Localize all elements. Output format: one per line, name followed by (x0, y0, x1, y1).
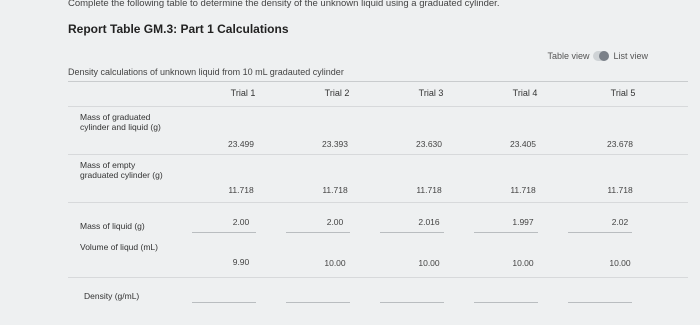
row-label-mass-cylinder-liquid: Mass of graduated cylinder and liquid (g… (80, 112, 161, 132)
cell-r1-trial-1: 23.499 (228, 139, 254, 149)
cell-r1-trial-3: 23.630 (416, 139, 442, 149)
cell-r4-trial-3: 10.00 (418, 258, 440, 268)
instruction-text: Complete the following table to determin… (68, 0, 500, 9)
row-label-density: Density (g/mL) (84, 291, 140, 301)
row-label-mass-empty-cylinder: Mass of empty graduated cylinder (g) (80, 160, 163, 180)
cell-r2-trial-5: 11.718 (607, 185, 633, 195)
cell-r1-trial-5: 23.678 (607, 139, 633, 149)
row-divider (68, 154, 688, 155)
input-underline (380, 232, 444, 233)
toggle-knob (599, 51, 610, 61)
cell-r2-trial-2: 11.718 (322, 185, 348, 195)
density-table: Trial 1 Trial 2 Trial 3 Trial 4 Trial 5 … (68, 82, 688, 325)
density-input-trial-2[interactable] (286, 302, 350, 303)
cell-r2-trial-1: 11.718 (228, 185, 254, 195)
density-input-trial-5[interactable] (568, 302, 632, 303)
cell-r3-trial-5[interactable]: 2.02 (585, 217, 655, 227)
row-label-mass-liquid: Mass of liquid (g) (80, 221, 145, 231)
table-caption: Density calculations of unknown liquid f… (68, 67, 344, 77)
cell-r1-trial-2: 23.393 (322, 139, 348, 149)
column-header-trial-3: Trial 3 (418, 88, 444, 98)
density-input-trial-3[interactable] (380, 302, 444, 303)
table-view-label[interactable]: Table view (547, 51, 589, 61)
cell-r3-trial-4[interactable]: 1.997 (488, 217, 558, 227)
input-underline (286, 232, 350, 233)
list-view-label[interactable]: List view (613, 51, 648, 61)
cell-r2-trial-3: 11.718 (416, 185, 442, 195)
input-underline (192, 232, 256, 233)
cell-r2-trial-4: 11.718 (510, 185, 536, 195)
row-divider (68, 202, 688, 203)
density-input-trial-4[interactable] (474, 302, 538, 303)
column-header-trial-5: Trial 5 (610, 88, 636, 98)
input-underline (568, 232, 632, 233)
cell-r4-trial-1: 9.90 (232, 257, 250, 267)
view-toggle[interactable]: Table view List view (547, 51, 648, 61)
column-header-trial-4: Trial 4 (512, 88, 538, 98)
column-header-trial-2: Trial 2 (324, 88, 350, 98)
column-header-trial-1: Trial 1 (230, 88, 256, 98)
row-divider (68, 277, 688, 278)
report-title: Report Table GM.3: Part 1 Calculations (68, 22, 289, 36)
cell-r3-trial-3[interactable]: 2.016 (394, 217, 464, 227)
cell-r4-trial-5: 10.00 (609, 258, 631, 268)
density-input-trial-1[interactable] (192, 302, 256, 303)
row-divider (68, 106, 688, 107)
cell-r1-trial-4: 23.405 (510, 139, 536, 149)
input-underline (474, 232, 538, 233)
row-label-volume-liquid: Volume of liqud (mL) (80, 242, 158, 252)
cell-r4-trial-2: 10.00 (324, 258, 346, 268)
cell-r3-trial-2[interactable]: 2.00 (300, 217, 370, 227)
toggle-switch[interactable] (593, 51, 610, 61)
cell-r4-trial-4: 10.00 (512, 258, 534, 268)
cell-r3-trial-1[interactable]: 2.00 (206, 217, 276, 227)
